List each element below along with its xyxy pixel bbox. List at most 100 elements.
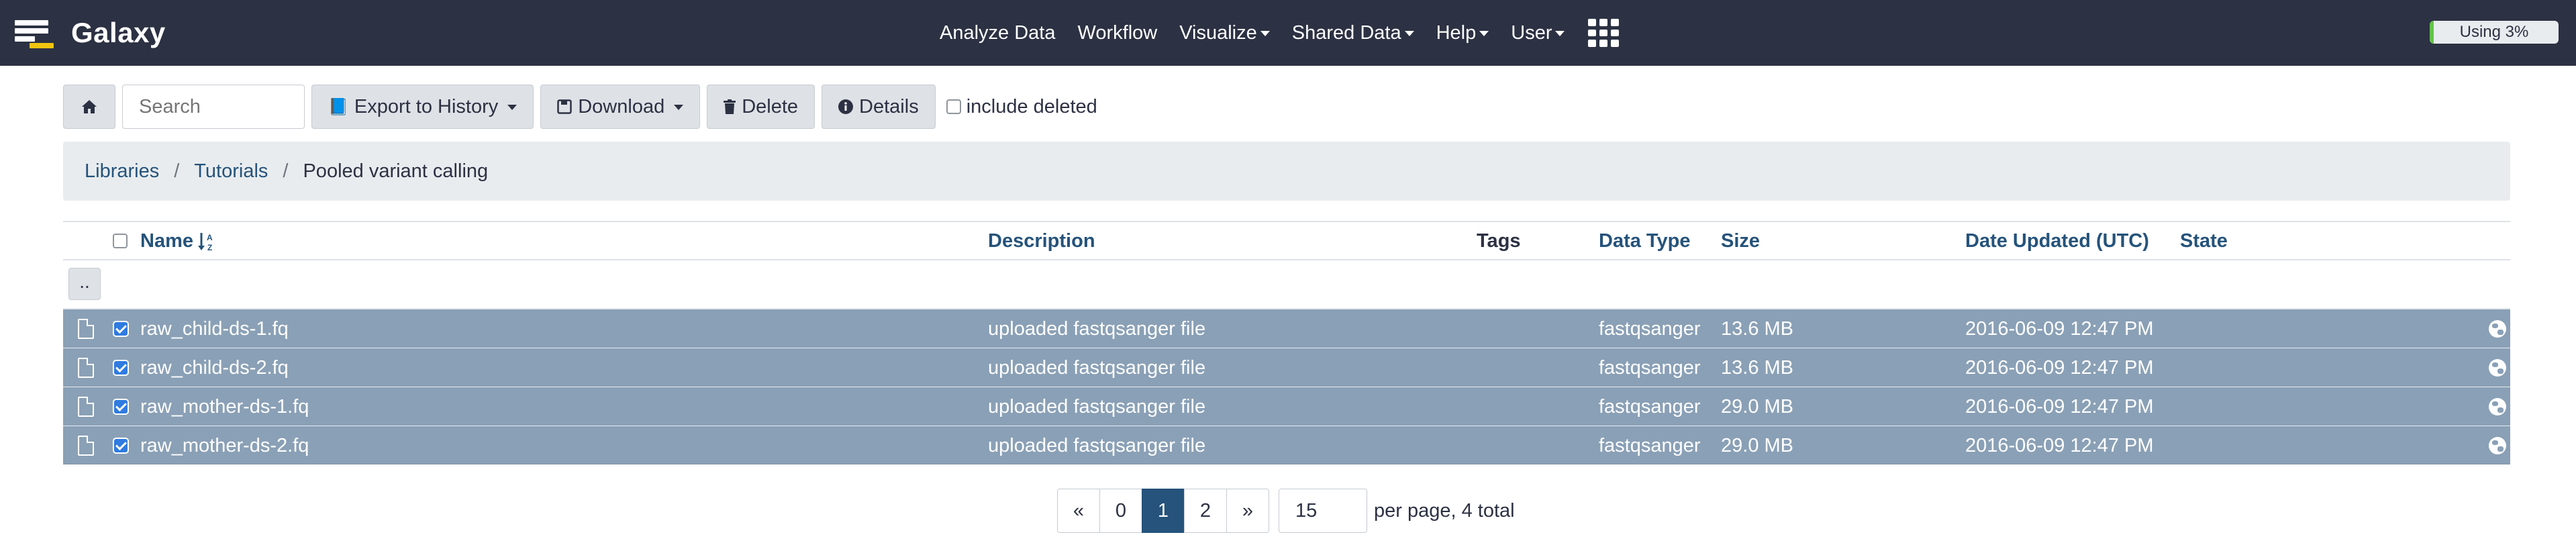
breadcrumb-libraries[interactable]: Libraries <box>85 160 159 183</box>
quota-label: Using 3% <box>2459 23 2529 41</box>
cell-date-updated: 2016-06-09 12:47 PM <box>1965 357 2154 379</box>
nav-workflow[interactable]: Workflow <box>1078 22 1158 44</box>
nav-shared-data-label: Shared Data <box>1291 21 1401 44</box>
floppy-disk-icon <box>557 99 572 114</box>
export-to-history-button[interactable]: 📘 Export to History <box>311 85 534 129</box>
nav-help-label: Help <box>1436 21 1477 44</box>
column-header-state[interactable]: State <box>2180 222 2228 260</box>
column-header-description[interactable]: Description <box>988 222 1095 260</box>
cell-data-type: fastqsanger <box>1599 396 1701 417</box>
nav-analyze-data[interactable]: Analyze Data <box>940 22 1056 44</box>
file-icon <box>78 397 94 417</box>
page-button-0[interactable]: 0 <box>1099 489 1142 533</box>
trash-icon <box>724 99 736 114</box>
column-header-name[interactable]: Name A Z <box>140 222 216 260</box>
brand[interactable]: Galaxy <box>15 16 166 50</box>
breadcrumb-separator: / <box>283 160 289 182</box>
include-deleted-toggle[interactable]: include deleted <box>946 96 1097 118</box>
caret-down-icon <box>1404 31 1414 36</box>
nav-shared-data[interactable]: Shared Data <box>1292 22 1414 44</box>
cell-data-type: fastqsanger <box>1599 357 1701 379</box>
table-body: raw_child-ds-1.fq uploaded fastqsanger f… <box>63 309 2510 464</box>
export-to-history-label: Export to History <box>354 95 499 117</box>
nav-workflow-label: Workflow <box>1077 21 1158 44</box>
nav-user-label: User <box>1511 21 1552 44</box>
cell-description: uploaded fastqsanger file <box>988 318 1206 340</box>
column-header-name-label: Name <box>140 230 193 252</box>
cell-size: 13.6 MB <box>1721 357 1793 379</box>
cell-description: uploaded fastqsanger file <box>988 435 1206 456</box>
table-header: Name A Z Description Tags Data Type Size… <box>63 221 2510 260</box>
cell-size: 29.0 MB <box>1721 396 1793 417</box>
file-icon <box>78 358 94 378</box>
globe-icon <box>2489 359 2506 377</box>
globe-icon <box>2489 398 2506 415</box>
per-page-input[interactable] <box>1279 489 1367 533</box>
file-icon <box>78 436 94 456</box>
nav-menu: Analyze Data Workflow Visualize Shared D… <box>940 0 1620 66</box>
cell-name[interactable]: raw_mother-ds-1.fq <box>140 387 309 426</box>
book-icon: 📘 <box>328 97 348 116</box>
cell-data-type: fastqsanger <box>1599 318 1701 340</box>
pagination: « 0 1 2 » per page, 4 total <box>1057 489 1515 533</box>
cell-size: 29.0 MB <box>1721 435 1793 456</box>
parent-folder-row: .. <box>63 260 2510 309</box>
caret-down-icon <box>674 105 684 110</box>
select-all-checkbox[interactable] <box>113 234 128 248</box>
include-deleted-checkbox[interactable] <box>946 99 961 114</box>
delete-button[interactable]: Delete <box>707 85 815 129</box>
page-button-1[interactable]: 1 <box>1142 489 1185 533</box>
pagination-summary: per page, 4 total <box>1374 499 1515 522</box>
home-button[interactable] <box>63 85 115 129</box>
page-button-2[interactable]: 2 <box>1184 489 1227 533</box>
caret-down-icon <box>507 105 517 110</box>
cell-name[interactable]: raw_child-ds-1.fq <box>140 309 289 348</box>
cell-date-updated: 2016-06-09 12:47 PM <box>1965 435 2154 456</box>
page-first-button[interactable]: « <box>1057 489 1100 533</box>
quota-meter[interactable]: Using 3% <box>2430 21 2559 44</box>
sort-alpha-asc-icon: A Z <box>198 232 213 252</box>
globe-icon <box>2489 320 2506 338</box>
row-checkbox[interactable] <box>113 321 129 337</box>
row-checkbox[interactable] <box>113 399 129 415</box>
breadcrumb-current: Pooled variant calling <box>303 160 489 182</box>
nav-visualize-label: Visualize <box>1179 21 1257 44</box>
cell-name[interactable]: raw_child-ds-2.fq <box>140 348 289 387</box>
nav-visualize[interactable]: Visualize <box>1179 22 1270 44</box>
download-button[interactable]: Download <box>540 85 701 129</box>
details-label: Details <box>859 95 919 117</box>
cell-name[interactable]: raw_mother-ds-2.fq <box>140 426 309 465</box>
table-row[interactable]: raw_child-ds-2.fq uploaded fastqsanger f… <box>63 348 2510 387</box>
table-row[interactable]: raw_child-ds-1.fq uploaded fastqsanger f… <box>63 309 2510 348</box>
table-row[interactable]: raw_mother-ds-2.fq uploaded fastqsanger … <box>63 426 2510 464</box>
cell-description: uploaded fastqsanger file <box>988 357 1206 379</box>
file-icon <box>78 319 94 339</box>
info-circle-icon <box>838 99 854 114</box>
search-input[interactable] <box>122 85 305 129</box>
column-header-date-updated[interactable]: Date Updated (UTC) <box>1965 222 2149 260</box>
globe-icon <box>2489 437 2506 454</box>
breadcrumb-tutorials[interactable]: Tutorials <box>194 160 268 183</box>
column-header-size[interactable]: Size <box>1721 222 1760 260</box>
parent-folder-button[interactable]: .. <box>68 268 101 300</box>
galaxy-logo-icon <box>15 16 56 50</box>
home-icon <box>82 100 97 113</box>
nav-help[interactable]: Help <box>1436 22 1489 44</box>
page-last-button[interactable]: » <box>1226 489 1269 533</box>
caret-down-icon <box>1260 31 1270 36</box>
column-header-data-type[interactable]: Data Type <box>1599 222 1690 260</box>
table-row[interactable]: raw_mother-ds-1.fq uploaded fastqsanger … <box>63 387 2510 426</box>
grid-icon[interactable] <box>1588 19 1620 47</box>
nav-user[interactable]: User <box>1511 22 1565 44</box>
top-navbar: Galaxy Analyze Data Workflow Visualize S… <box>0 0 2576 66</box>
row-checkbox[interactable] <box>113 438 129 454</box>
cell-date-updated: 2016-06-09 12:47 PM <box>1965 318 2154 340</box>
column-header-tags: Tags <box>1477 230 1521 252</box>
nav-analyze-data-label: Analyze Data <box>940 21 1056 44</box>
cell-data-type: fastqsanger <box>1599 435 1701 456</box>
cell-size: 13.6 MB <box>1721 318 1793 340</box>
caret-down-icon <box>1479 31 1489 36</box>
library-contents-table: Name A Z Description Tags Data Type Size… <box>63 221 2510 464</box>
details-button[interactable]: Details <box>822 85 936 129</box>
row-checkbox[interactable] <box>113 360 129 376</box>
